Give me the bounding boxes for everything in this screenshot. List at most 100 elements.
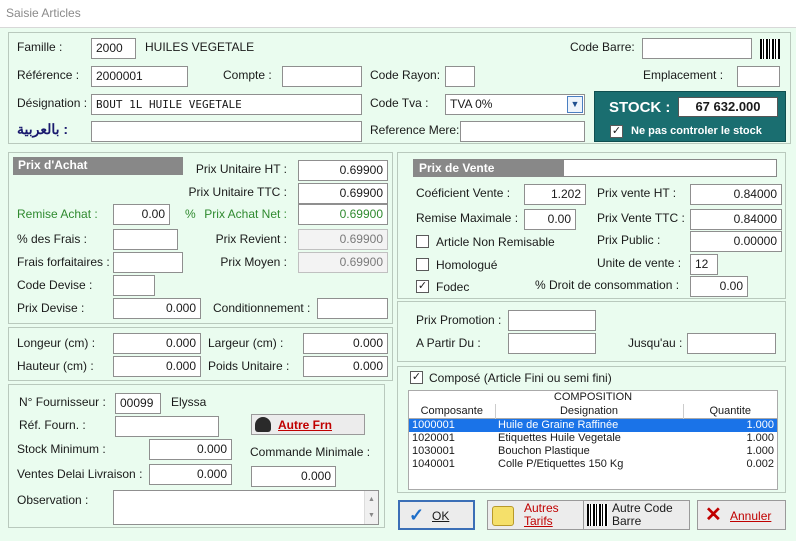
code-devise-field[interactable] <box>113 275 155 296</box>
compose-label: Composé (Article Fini ou semi fini) <box>429 371 612 385</box>
prix-unitaire-ht-field[interactable]: 0.69900 <box>298 160 388 181</box>
column-header-composante[interactable]: Composante <box>409 404 496 419</box>
code-barre-field[interactable] <box>642 38 752 59</box>
composition-panel: ✓ Composé (Article Fini ou semi fini) CO… <box>397 366 786 493</box>
fodec-checkbox[interactable]: ✓ <box>416 280 429 293</box>
row-quantite: 1.000 <box>746 419 774 432</box>
ventes-delai-field[interactable]: 0.000 <box>149 464 232 485</box>
unite-vente-field[interactable]: 12 <box>690 254 718 275</box>
prix-unitaire-ttc-field[interactable]: 0.69900 <box>298 183 388 204</box>
autre-code-barre-button[interactable]: Autre Code Barre <box>583 500 690 530</box>
poids-unitaire-label: Poids Unitaire : <box>208 359 290 373</box>
coeficient-vente-field[interactable]: 1.202 <box>524 184 586 205</box>
conditionnement-label: Conditionnement : <box>213 301 311 315</box>
reference-mere-label: Reference Mere: <box>370 123 460 137</box>
homologue-checkbox[interactable] <box>416 258 429 271</box>
prix-promotion-field[interactable] <box>508 310 596 331</box>
remise-maximale-field[interactable]: 0.00 <box>524 209 576 230</box>
pct-frais-field[interactable] <box>113 229 178 250</box>
commande-minimale-label: Commande Minimale : <box>250 445 371 459</box>
chevron-down-icon[interactable]: ▼ <box>567 96 583 113</box>
percent-sign: % <box>185 207 196 221</box>
hauteur-field[interactable]: 0.000 <box>113 356 201 377</box>
check-icon: ✓ <box>409 505 425 525</box>
supplier-icon <box>255 417 271 432</box>
reference-mere-field[interactable] <box>460 121 585 142</box>
droit-consommation-label: % Droit de consommation : <box>535 278 680 292</box>
stock-panel: STOCK : 67 632.000 ✓ Ne pas controler le… <box>594 91 786 142</box>
prix-moyen-label: Prix Moyen : <box>220 255 287 269</box>
title-bar: Saisie Articles <box>0 0 796 28</box>
code-tva-select[interactable]: TVA 0% ▼ <box>445 94 585 115</box>
ref-fourn-field[interactable] <box>115 416 219 437</box>
code-barre-label: Code Barre: <box>570 40 635 54</box>
prix-vente-ttc-field[interactable]: 0.84000 <box>690 209 782 230</box>
stock-minimum-field[interactable]: 0.000 <box>149 439 232 460</box>
general-panel: Famille : 2000 HUILES VEGETALE Référence… <box>8 32 791 144</box>
prix-public-field[interactable]: 0.00000 <box>690 231 782 252</box>
poids-unitaire-field[interactable]: 0.000 <box>303 356 388 377</box>
table-row[interactable]: 1020001 Etiquettes Huile Vegetale 1.000 <box>409 432 777 445</box>
remise-achat-label: Remise Achat : <box>17 207 98 221</box>
autres-tarifs-label-2: Tarifs <box>524 514 553 528</box>
row-composante: 1040001 <box>412 458 455 470</box>
ne-pas-controler-checkbox[interactable]: ✓ <box>610 125 623 138</box>
fournisseur-name: Elyssa <box>171 395 207 409</box>
prix-revient-label: Prix Revient : <box>215 232 287 246</box>
n-fournisseur-field[interactable]: 00099 <box>115 393 161 414</box>
droit-consommation-field[interactable]: 0.00 <box>690 276 748 297</box>
code-rayon-field[interactable] <box>445 66 475 87</box>
column-header-quantite[interactable]: Quantite <box>683 404 777 419</box>
prix-achat-net-field[interactable]: 0.69900 <box>298 204 388 225</box>
commande-minimale-field[interactable]: 0.000 <box>251 466 336 487</box>
prix-achat-header: Prix d'Achat <box>13 157 183 175</box>
table-row[interactable]: 1040001 Colle P/Etiquettes 150 Kg 0.002 <box>409 458 777 471</box>
annuler-button[interactable]: ✕ Annuler <box>697 500 786 530</box>
compose-checkbox[interactable]: ✓ <box>410 371 423 384</box>
frais-forfaitaires-field[interactable] <box>113 252 183 273</box>
row-quantite: 1.000 <box>746 445 774 457</box>
emplacement-field[interactable] <box>737 66 780 87</box>
row-designation: Huile de Graine Raffinée <box>498 419 619 432</box>
prix-achat-net-label: Prix Achat Net : <box>204 207 287 221</box>
scroll-down-icon[interactable]: ▼ <box>368 508 375 523</box>
observation-scrollbar[interactable]: ▲ ▼ <box>364 491 378 524</box>
autres-tarifs-button[interactable]: Autres Tarifs <box>487 500 584 530</box>
prix-vente-title: Prix de Vente <box>419 161 495 175</box>
prix-vente-ht-field[interactable]: 0.84000 <box>690 184 782 205</box>
autre-frn-label: Autre Frn <box>278 418 332 432</box>
designation-field[interactable]: BOUT 1L HUILE VEGETALE <box>91 94 362 115</box>
row-designation: Etiquettes Huile Vegetale <box>498 432 621 444</box>
stock-minimum-label: Stock Minimum : <box>17 442 106 456</box>
column-header-designation[interactable]: Designation <box>495 404 684 419</box>
famille-code-field[interactable]: 2000 <box>91 38 136 59</box>
ok-label: OK <box>432 509 450 523</box>
prix-vente-ht-label: Prix vente HT : <box>597 186 677 200</box>
code-tva-value: TVA 0% <box>450 97 493 111</box>
table-row[interactable]: 1000001 Huile de Graine Raffinée 1.000 <box>409 418 777 432</box>
conditionnement-field[interactable] <box>317 298 388 319</box>
compte-field[interactable] <box>282 66 362 87</box>
homologue-label: Homologué <box>436 258 498 272</box>
scroll-up-icon[interactable]: ▲ <box>368 492 375 507</box>
largeur-field[interactable]: 0.000 <box>303 333 388 354</box>
code-rayon-label: Code Rayon: <box>370 68 441 82</box>
close-icon: ✕ <box>705 504 722 526</box>
arabic-designation-field[interactable] <box>91 121 362 142</box>
prix-revient-field: 0.69900 <box>298 229 388 250</box>
a-partir-du-field[interactable] <box>508 333 596 354</box>
longeur-field[interactable]: 0.000 <box>113 333 201 354</box>
observation-field[interactable]: ▲ ▼ <box>113 490 379 525</box>
prix-devise-field[interactable]: 0.000 <box>113 298 201 319</box>
remise-achat-field[interactable]: 0.00 <box>113 204 170 225</box>
table-row[interactable]: 1030001 Bouchon Plastique 1.000 <box>409 445 777 458</box>
autre-frn-button[interactable]: Autre Frn <box>251 414 365 435</box>
composition-title: COMPOSITION <box>553 391 633 403</box>
jusquau-field[interactable] <box>687 333 776 354</box>
hauteur-label: Hauteur (cm) : <box>17 359 94 373</box>
prix-unitaire-ttc-label: Prix Unitaire TTC : <box>188 185 287 199</box>
reference-field[interactable]: 2000001 <box>91 66 188 87</box>
code-devise-label: Code Devise : <box>17 278 93 292</box>
article-non-remisable-checkbox[interactable] <box>416 235 429 248</box>
ok-button[interactable]: ✓ OK <box>398 500 475 530</box>
